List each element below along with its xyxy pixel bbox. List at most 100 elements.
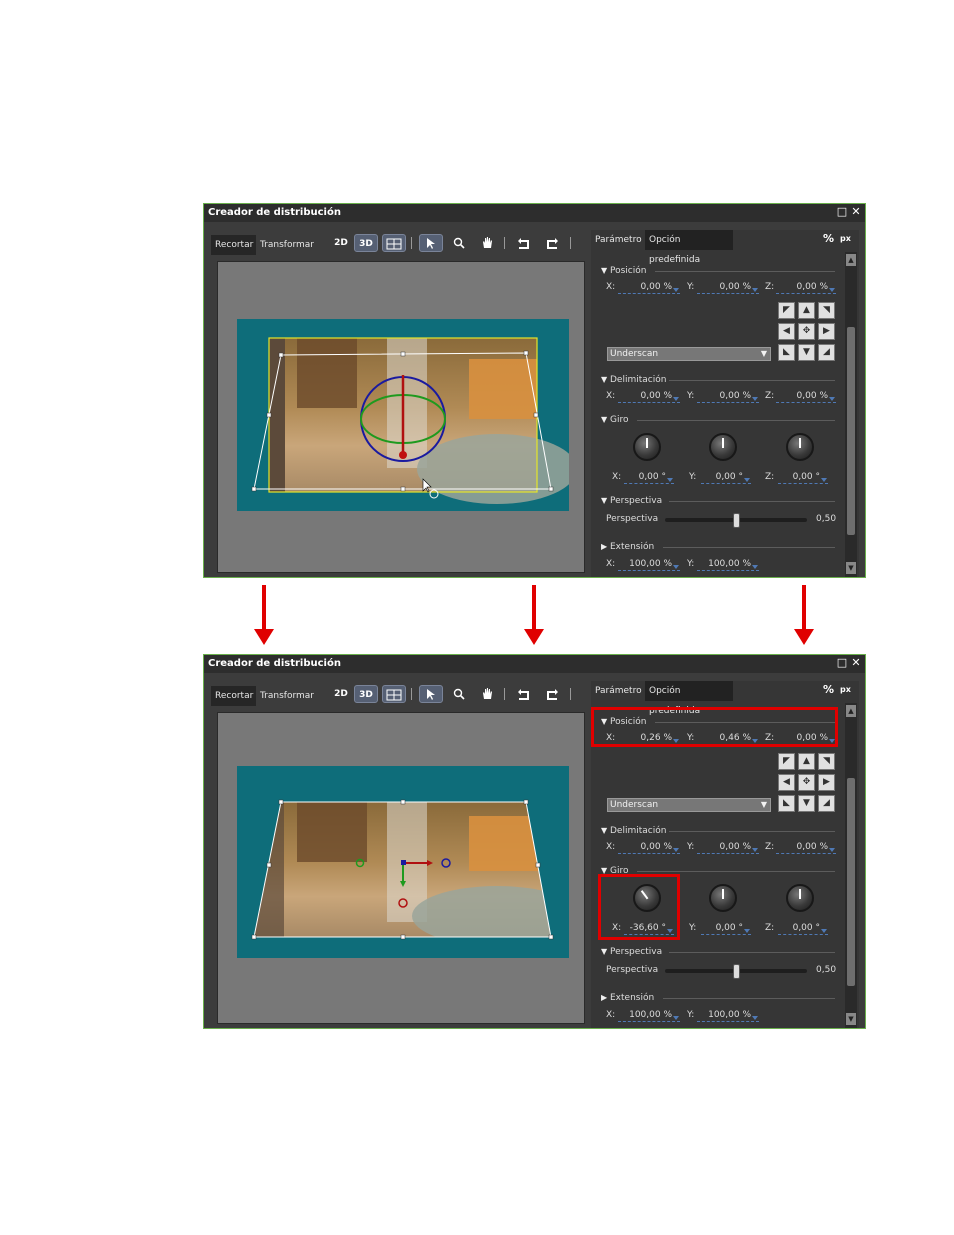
preview-area[interactable]	[217, 712, 585, 1024]
cropping-z-field[interactable]: 0,00 %	[776, 391, 836, 403]
cursor-icon[interactable]	[419, 234, 443, 252]
section-extension[interactable]: ▶ Extensión	[601, 993, 654, 1003]
panel-scrollbar[interactable]: ▲ ▼	[845, 252, 857, 577]
rotation-y-field[interactable]: 0,00 °	[701, 923, 751, 935]
align-bottom-button[interactable]: ▼	[798, 344, 815, 361]
underscan-dropdown[interactable]: Underscan ▼	[607, 347, 771, 361]
section-perspective[interactable]: ▼ Perspectiva	[601, 947, 662, 957]
tab-crop[interactable]: Recortar	[211, 235, 256, 255]
undo-icon[interactable]	[512, 234, 536, 252]
rotation-z-field[interactable]: 0,00 °	[778, 923, 828, 935]
tab-preset[interactable]: Opción predefinida	[645, 230, 733, 265]
preview-area[interactable]	[217, 261, 585, 573]
align-right-button[interactable]: ▶	[818, 323, 835, 340]
grid-icon[interactable]	[382, 685, 406, 703]
extension-y-field[interactable]: 100,00 %	[697, 1010, 759, 1022]
title-bar[interactable]: Creador de distribución □ ✕	[204, 204, 865, 222]
align-bottom-left-button[interactable]: ◣	[778, 344, 795, 361]
mode-2d-button[interactable]: 2D	[329, 234, 353, 252]
panel-scrollbar[interactable]: ▲ ▼	[845, 703, 857, 1028]
video-frame[interactable]	[237, 766, 569, 958]
align-top-right-button[interactable]: ◥	[818, 302, 835, 319]
align-bottom-right-button[interactable]: ◢	[818, 344, 835, 361]
cursor-icon[interactable]	[419, 685, 443, 703]
section-rotation[interactable]: ▼ Giro	[601, 415, 628, 425]
maximize-icon[interactable]: □	[836, 206, 848, 218]
rotation-x-field[interactable]: 0,00 °	[624, 472, 674, 484]
percent-unit-button[interactable]: %	[823, 683, 834, 696]
close-icon[interactable]: ✕	[850, 657, 862, 669]
position-y-field[interactable]: 0,00 %	[697, 282, 759, 294]
mode-3d-button[interactable]: 3D	[354, 685, 378, 703]
scroll-down-icon[interactable]: ▼	[846, 562, 856, 574]
extension-y-field[interactable]: 100,00 %	[697, 559, 759, 571]
align-bottom-button[interactable]: ▼	[798, 795, 815, 812]
underscan-dropdown[interactable]: Underscan ▼	[607, 798, 771, 812]
align-bottom-right-button[interactable]: ◢	[818, 795, 835, 812]
rotation-z-field[interactable]: 0,00 °	[778, 472, 828, 484]
tab-preset[interactable]: Opción predefinida	[645, 681, 733, 716]
tab-transform[interactable]: Transformar	[256, 235, 316, 255]
tab-crop[interactable]: Recortar	[211, 686, 256, 706]
align-top-button[interactable]: ▲	[798, 302, 815, 319]
tab-parameter[interactable]: Parámetro	[591, 681, 645, 701]
align-bottom-left-button[interactable]: ◣	[778, 795, 795, 812]
mode-3d-button[interactable]: 3D	[354, 234, 378, 252]
magnifier-icon[interactable]	[447, 685, 471, 703]
rotation-z-knob[interactable]	[786, 433, 814, 461]
align-center-button[interactable]: ✥	[798, 774, 815, 791]
rotation-y-knob[interactable]	[709, 884, 737, 912]
scroll-down-icon[interactable]: ▼	[846, 1013, 856, 1025]
percent-unit-button[interactable]: %	[823, 232, 834, 245]
cropping-y-field[interactable]: 0,00 %	[697, 391, 759, 403]
perspective-slider-thumb[interactable]	[733, 964, 740, 979]
undo-icon[interactable]	[512, 685, 536, 703]
align-left-button[interactable]: ◀	[778, 323, 795, 340]
section-position[interactable]: ▼ Posición	[601, 266, 646, 276]
align-center-button[interactable]: ✥	[798, 323, 815, 340]
section-extension[interactable]: ▶ Extensión	[601, 542, 654, 552]
section-cropping[interactable]: ▼ Delimitación	[601, 375, 666, 385]
tab-parameter[interactable]: Parámetro	[591, 230, 645, 250]
hand-icon[interactable]	[475, 234, 499, 252]
position-z-field[interactable]: 0,00 %	[776, 282, 836, 294]
px-unit-button[interactable]: px	[840, 234, 851, 243]
align-right-button[interactable]: ▶	[818, 774, 835, 791]
extension-x-field[interactable]: 100,00 %	[618, 1010, 680, 1022]
rotation-z-knob[interactable]	[786, 884, 814, 912]
rotation-y-knob[interactable]	[709, 433, 737, 461]
align-top-right-button[interactable]: ◥	[818, 753, 835, 770]
px-unit-button[interactable]: px	[840, 685, 851, 694]
title-bar[interactable]: Creador de distribución □ ✕	[204, 655, 865, 673]
scroll-up-icon[interactable]: ▲	[846, 705, 856, 717]
align-top-button[interactable]: ▲	[798, 753, 815, 770]
scroll-thumb[interactable]	[847, 327, 855, 535]
cropping-x-field[interactable]: 0,00 %	[618, 391, 680, 403]
magnifier-icon[interactable]	[447, 234, 471, 252]
highlight-position	[591, 707, 838, 747]
rotation-x-knob[interactable]	[633, 433, 661, 461]
align-top-left-button[interactable]: ◤	[778, 753, 795, 770]
grid-icon[interactable]	[382, 234, 406, 252]
rotation-y-field[interactable]: 0,00 °	[701, 472, 751, 484]
scroll-thumb[interactable]	[847, 778, 855, 986]
cropping-z-field[interactable]: 0,00 %	[776, 842, 836, 854]
align-top-left-button[interactable]: ◤	[778, 302, 795, 319]
close-icon[interactable]: ✕	[850, 206, 862, 218]
redo-icon[interactable]	[540, 234, 564, 252]
cropping-x-field[interactable]: 0,00 %	[618, 842, 680, 854]
tab-transform[interactable]: Transformar	[256, 686, 316, 706]
cropping-y-field[interactable]: 0,00 %	[697, 842, 759, 854]
maximize-icon[interactable]: □	[836, 657, 848, 669]
redo-icon[interactable]	[540, 685, 564, 703]
section-perspective[interactable]: ▼ Perspectiva	[601, 496, 662, 506]
extension-x-field[interactable]: 100,00 %	[618, 559, 680, 571]
scroll-up-icon[interactable]: ▲	[846, 254, 856, 266]
mode-2d-button[interactable]: 2D	[329, 685, 353, 703]
perspective-slider-thumb[interactable]	[733, 513, 740, 528]
hand-icon[interactable]	[475, 685, 499, 703]
align-left-button[interactable]: ◀	[778, 774, 795, 791]
section-cropping[interactable]: ▼ Delimitación	[601, 826, 666, 836]
video-frame[interactable]	[237, 319, 577, 511]
position-x-field[interactable]: 0,00 %	[618, 282, 680, 294]
